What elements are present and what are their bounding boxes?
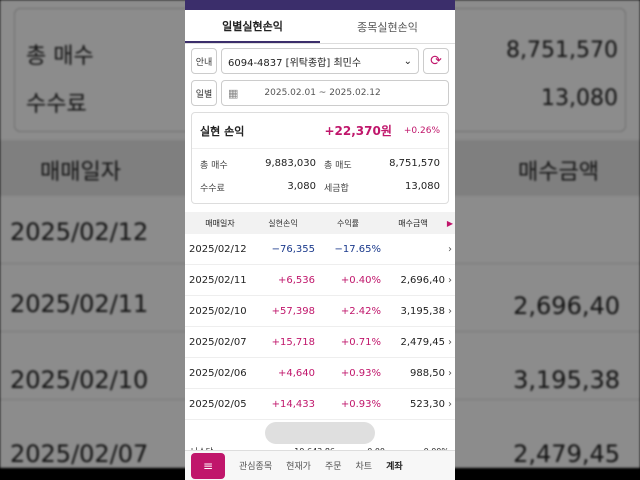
chevron-right-icon: ›: [448, 243, 452, 255]
bg-date: 2025/02/11: [10, 290, 149, 318]
row-date: 2025/02/11: [189, 274, 247, 286]
row-rate: +0.93%: [340, 398, 381, 410]
row-date: 2025/02/06: [189, 367, 247, 379]
bottom-nav: ≡ 관심종목 현재가 주문 차트 계좌: [185, 450, 455, 480]
refresh-icon[interactable]: ⟳: [423, 48, 449, 74]
summary-card: 실현 손익 +22,370원 +0.26% 총 매수 9,883,030 총 매도…: [191, 112, 449, 204]
nav-account[interactable]: 계좌: [386, 459, 403, 472]
row-pnl: +14,433: [271, 398, 315, 410]
bg-value: 13,080: [541, 86, 618, 111]
row-rate: +0.71%: [340, 336, 381, 348]
tax-value: 13,080: [405, 181, 440, 192]
date-range-field[interactable]: ▦ 2025.02.01 ~ 2025.02.12: [221, 80, 449, 106]
fee-value: 3,080: [287, 181, 316, 192]
header-amount[interactable]: 매수금액: [381, 218, 445, 229]
row-pnl: +4,640: [277, 367, 315, 379]
row-date: 2025/02/12: [189, 243, 247, 255]
header-pnl[interactable]: 실현손익: [251, 218, 315, 229]
row-amount: 988,50: [410, 367, 445, 379]
bg-header: 매수금액: [518, 160, 599, 185]
bg-amount: 2,479,45: [513, 440, 620, 468]
summary-header: 실현 손익 +22,370원 +0.26%: [192, 113, 448, 149]
row-amount: 523,30: [410, 398, 445, 410]
table-row[interactable]: 2025/02/05 +14,433 +0.93% 523,30 ›: [185, 389, 455, 420]
calendar-icon: ▦: [228, 86, 239, 100]
header-date[interactable]: 매매일자: [185, 218, 251, 229]
header-rate[interactable]: 수익률: [315, 218, 381, 229]
chevron-right-icon: ›: [448, 336, 452, 348]
bg-header: 매매일자: [40, 160, 121, 185]
chevron-right-icon: ›: [448, 367, 452, 379]
buy-label: 총 매수: [200, 161, 228, 171]
row-rate: −17.65%: [334, 243, 381, 255]
row-amount: 2,479,45: [400, 336, 445, 348]
table-row[interactable]: 2025/02/10 +57,398 +2.42% 3,195,38 ›: [185, 296, 455, 327]
chevron-right-icon: ›: [448, 398, 452, 410]
date-range-value: 2025.02.01 ~ 2025.02.12: [264, 88, 381, 98]
row-pnl: +6,536: [277, 274, 315, 286]
fee-label: 수수료: [200, 184, 225, 194]
row-date: 2025/02/05: [189, 398, 247, 410]
period-type-button[interactable]: 일별: [191, 80, 217, 106]
sell-value: 8,751,570: [389, 158, 440, 169]
table-row[interactable]: 2025/02/06 +4,640 +0.93% 988,50 ›: [185, 358, 455, 389]
nav-watchlist[interactable]: 관심종목: [239, 459, 272, 472]
chevron-down-icon: ⌄: [403, 55, 412, 67]
status-bar: [185, 0, 455, 10]
table-row[interactable]: 2025/02/12 −76,355 −17.65% ›: [185, 234, 455, 265]
tab-bar: 일별실현손익 종목실현손익: [185, 10, 455, 44]
table-header: 매매일자 실현손익 수익률 매수금액 ▶: [185, 212, 455, 234]
info-button[interactable]: 안내: [191, 48, 217, 74]
sell-label: 총 매도: [324, 161, 352, 171]
bg-value: 8,751,570: [506, 38, 618, 63]
account-row: 안내 6094-4837 [위탁종합] 최민수 ⌄ ⟳: [185, 44, 455, 78]
tab-stock-pnl[interactable]: 종목실현손익: [320, 10, 455, 43]
row-amount: 3,195,38: [400, 305, 445, 317]
summary-title: 실현 손익: [200, 124, 245, 138]
summary-pct: +0.26%: [403, 125, 440, 136]
row-date: 2025/02/07: [189, 336, 247, 348]
nav-order[interactable]: 주문: [325, 459, 342, 472]
nav-quote[interactable]: 현재가: [286, 459, 311, 472]
bg-date: 2025/02/12: [10, 218, 149, 246]
row-rate: +0.40%: [340, 274, 381, 286]
bg-label: 총 매수: [26, 44, 94, 69]
bg-amount: 3,195,38: [513, 366, 620, 394]
account-value: 6094-4837 [위탁종합] 최민수: [228, 57, 362, 69]
nav-chart[interactable]: 차트: [356, 459, 373, 472]
phone-screen: 일별실현손익 종목실현손익 안내 6094-4837 [위탁종합] 최민수 ⌄ …: [185, 0, 455, 480]
bg-date: 2025/02/10: [10, 366, 149, 394]
bg-date: 2025/02/07: [10, 440, 149, 468]
tax-label: 세금합: [324, 184, 349, 194]
row-pnl: +57,398: [271, 305, 315, 317]
menu-button[interactable]: ≡: [191, 452, 225, 479]
row-rate: +2.42%: [340, 305, 381, 317]
bg-label: 수수료: [26, 92, 87, 117]
row-pnl: −76,355: [271, 243, 315, 255]
period-row: 일별 ▦ 2025.02.01 ~ 2025.02.12: [185, 78, 455, 108]
chevron-right-icon: ›: [448, 305, 452, 317]
chevron-right-icon: ›: [448, 274, 452, 286]
account-select[interactable]: 6094-4837 [위탁종합] 최민수 ⌄: [221, 48, 419, 74]
row-pnl: +15,718: [271, 336, 315, 348]
bg-amount: 2,696,40: [513, 292, 620, 320]
row-amount: 2,696,40: [400, 274, 445, 286]
tab-daily-pnl[interactable]: 일별실현손익: [185, 10, 320, 43]
table-row[interactable]: 2025/02/07 +15,718 +0.71% 2,479,45 ›: [185, 327, 455, 358]
row-date: 2025/02/10: [189, 305, 247, 317]
scroll-right-icon[interactable]: ▶: [445, 219, 455, 228]
summary-grid: 총 매수 9,883,030 총 매도 8,751,570 수수료 3,080 세금합…: [192, 149, 448, 203]
table-row[interactable]: 2025/02/11 +6,536 +0.40% 2,696,40 ›: [185, 265, 455, 296]
toast-overlay: [265, 422, 375, 444]
summary-pnl: +22,370원: [324, 124, 392, 138]
row-rate: +0.93%: [340, 367, 381, 379]
buy-value: 9,883,030: [265, 158, 316, 169]
table-body: 2025/02/12 −76,355 −17.65% › 2025/02/11 +6,53…: [185, 234, 455, 420]
